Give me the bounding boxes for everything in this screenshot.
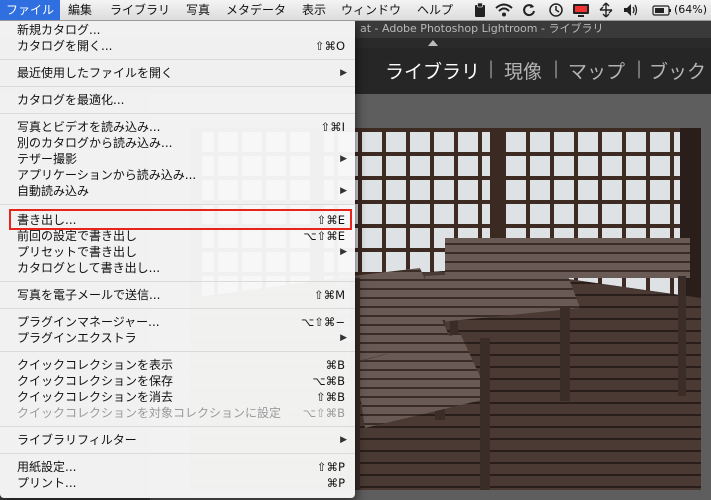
menu-item-clear-quick-collection[interactable]: クイックコレクションを消去 ⇧⌘B	[0, 389, 355, 405]
menu-view[interactable]: 表示	[296, 0, 332, 20]
menu-item-label: プラグインマネージャー...	[17, 315, 160, 329]
submenu-arrow-icon: ▶	[340, 333, 347, 343]
sync-icon[interactable]	[522, 0, 536, 20]
menu-item-label: 別のカタログから読み込み...	[17, 136, 173, 150]
menu-bar: ファイル 編集 ライブラリ 写真 メタデータ 表示 ウィンドウ ヘルプ (64%…	[0, 0, 711, 21]
menu-divider	[0, 281, 355, 282]
menu-library[interactable]: ライブラリ	[104, 0, 176, 20]
menu-item-print[interactable]: プリント... ⌘P	[0, 475, 355, 491]
menu-item-shortcut: ⇧⌘I	[320, 120, 345, 134]
menu-item-shortcut: ⇧⌘P	[316, 460, 345, 474]
menu-item-plugin-manager[interactable]: プラグインマネージャー... ⌥⇧⌘−	[0, 314, 355, 330]
menu-divider	[0, 204, 355, 205]
menu-item-library-filters[interactable]: ライブラリフィルター ▶	[0, 432, 355, 448]
menu-item-label: 写真とビデオを読み込み...	[17, 120, 161, 134]
menu-item-import-photos[interactable]: 写真とビデオを読み込み... ⇧⌘I	[0, 119, 355, 135]
menu-item-shortcut: ⌥⇧⌘E	[303, 229, 345, 243]
menu-item-export-with-preset[interactable]: プリセットで書き出し ▶	[0, 244, 355, 260]
menu-item-show-quick-collection[interactable]: クイックコレクションを表示 ⌘B	[0, 357, 355, 373]
menu-item-new-catalog[interactable]: 新規カタログ...	[0, 22, 355, 38]
export-highlight-box	[9, 209, 352, 230]
menu-item-label: クイックコレクションを対象コレクションに設定	[17, 406, 282, 420]
bluetooth-icon[interactable]	[598, 0, 614, 20]
menu-item-label: アプリケーションから読み込み...	[17, 168, 197, 182]
menu-divider	[0, 426, 355, 427]
submenu-arrow-icon: ▶	[340, 247, 347, 257]
menu-item-label: 前回の設定で書き出し	[17, 229, 138, 243]
wifi-icon[interactable]	[494, 0, 514, 20]
module-map[interactable]: マップ	[568, 57, 625, 84]
menu-edit[interactable]: 編集	[62, 0, 98, 20]
menu-item-label: カタログを開く...	[17, 39, 113, 53]
menu-metadata[interactable]: メタデータ	[220, 0, 292, 20]
menu-item-label: プリセットで書き出し	[17, 245, 138, 259]
volume-icon[interactable]	[622, 0, 640, 20]
module-library[interactable]: ライブラリ	[385, 57, 480, 84]
menu-item-label: テザー撮影	[17, 152, 78, 166]
menu-divider	[0, 59, 355, 60]
menu-item-label: プラグインエクストラ	[17, 331, 137, 345]
menu-item-label: クイックコレクションを保存	[17, 374, 174, 388]
display-icon[interactable]	[572, 0, 590, 20]
menu-item-label: カタログを最適化...	[17, 93, 125, 107]
menu-item-shortcut: ⇧⌘M	[313, 288, 345, 302]
menu-item-label: プリント...	[17, 476, 77, 490]
time-machine-icon[interactable]	[548, 0, 564, 20]
submenu-arrow-icon: ▶	[340, 186, 347, 196]
menu-item-export-with-previous[interactable]: 前回の設定で書き出し ⌥⇧⌘E	[0, 228, 355, 244]
menu-item-open-recent[interactable]: 最近使用したファイルを開く ▶	[0, 65, 355, 81]
menu-item-label: クイックコレクションを消去	[17, 390, 174, 404]
menu-item-email-photos[interactable]: 写真を電子メールで送信... ⇧⌘M	[0, 287, 355, 303]
menu-item-shortcut: ⌥⇧⌘−	[300, 315, 345, 329]
module-book[interactable]: ブック	[649, 57, 706, 84]
clipboard-icon[interactable]	[474, 0, 486, 20]
menu-divider	[0, 453, 355, 454]
battery-icon[interactable]	[652, 0, 672, 20]
menu-item-label: カタログとして書き出し...	[17, 261, 161, 275]
menu-divider	[0, 113, 355, 114]
menu-window[interactable]: ウィンドウ	[335, 0, 407, 20]
menu-item-plugin-extras[interactable]: プラグインエクストラ ▶	[0, 330, 355, 346]
menu-item-import-from-application[interactable]: アプリケーションから読み込み...	[0, 167, 355, 183]
menu-item-shortcut: ⌥⌘B	[312, 374, 345, 388]
menu-item-page-setup[interactable]: 用紙設定... ⇧⌘P	[0, 459, 355, 475]
menu-file[interactable]: ファイル	[0, 0, 61, 20]
module-separator: |	[553, 58, 560, 79]
menu-item-label: 最近使用したファイルを開く	[17, 66, 174, 80]
file-menu: 新規カタログ... カタログを開く... ⇧⌘O 最近使用したファイルを開く ▶…	[0, 20, 355, 498]
menu-item-label: 写真を電子メールで送信...	[17, 288, 161, 302]
menu-item-save-quick-collection[interactable]: クイックコレクションを保存 ⌥⌘B	[0, 373, 355, 389]
menu-item-label: ライブラリフィルター	[17, 433, 137, 447]
menu-item-export-as-catalog[interactable]: カタログとして書き出し...	[0, 260, 355, 276]
menu-help[interactable]: ヘルプ	[411, 0, 459, 20]
menu-item-open-catalog[interactable]: カタログを開く... ⇧⌘O	[0, 38, 355, 54]
menu-item-import-from-catalog[interactable]: 別のカタログから読み込み...	[0, 135, 355, 151]
submenu-arrow-icon: ▶	[340, 435, 347, 445]
menu-item-shortcut: ⇧⌘B	[315, 390, 345, 404]
module-separator: |	[636, 58, 643, 79]
menu-item-label: 新規カタログ...	[17, 23, 101, 37]
menu-item-label: 自動読み込み	[17, 184, 90, 198]
submenu-arrow-icon: ▶	[340, 154, 347, 164]
menu-divider	[0, 351, 355, 352]
menu-item-shortcut: ⌘B	[325, 358, 345, 372]
menu-item-set-quick-collection-target: クイックコレクションを対象コレクションに設定 ⌥⇧⌘B	[0, 405, 355, 421]
menu-item-shortcut: ⌘P	[326, 476, 345, 490]
menu-item-auto-import[interactable]: 自動読み込み ▶	[0, 183, 355, 199]
menu-photo[interactable]: 写真	[180, 0, 216, 20]
module-develop[interactable]: 現像	[504, 57, 542, 84]
menu-item-optimize-catalog[interactable]: カタログを最適化...	[0, 92, 355, 108]
menu-item-label: 用紙設定...	[17, 460, 77, 474]
collapse-arrow-icon[interactable]	[428, 40, 438, 46]
menu-item-label: クイックコレクションを表示	[17, 358, 174, 372]
menu-item-shortcut: ⇧⌘O	[314, 39, 345, 53]
submenu-arrow-icon: ▶	[340, 68, 347, 78]
window-title: at - Adobe Photoshop Lightroom - ライブラリ	[360, 22, 604, 35]
menu-item-tethered-capture[interactable]: テザー撮影 ▶	[0, 151, 355, 167]
module-separator: |	[488, 58, 495, 79]
menu-divider	[0, 86, 355, 87]
battery-percent: (64%)	[674, 3, 708, 16]
menu-divider	[0, 308, 355, 309]
menu-item-shortcut: ⌥⇧⌘B	[302, 406, 345, 420]
